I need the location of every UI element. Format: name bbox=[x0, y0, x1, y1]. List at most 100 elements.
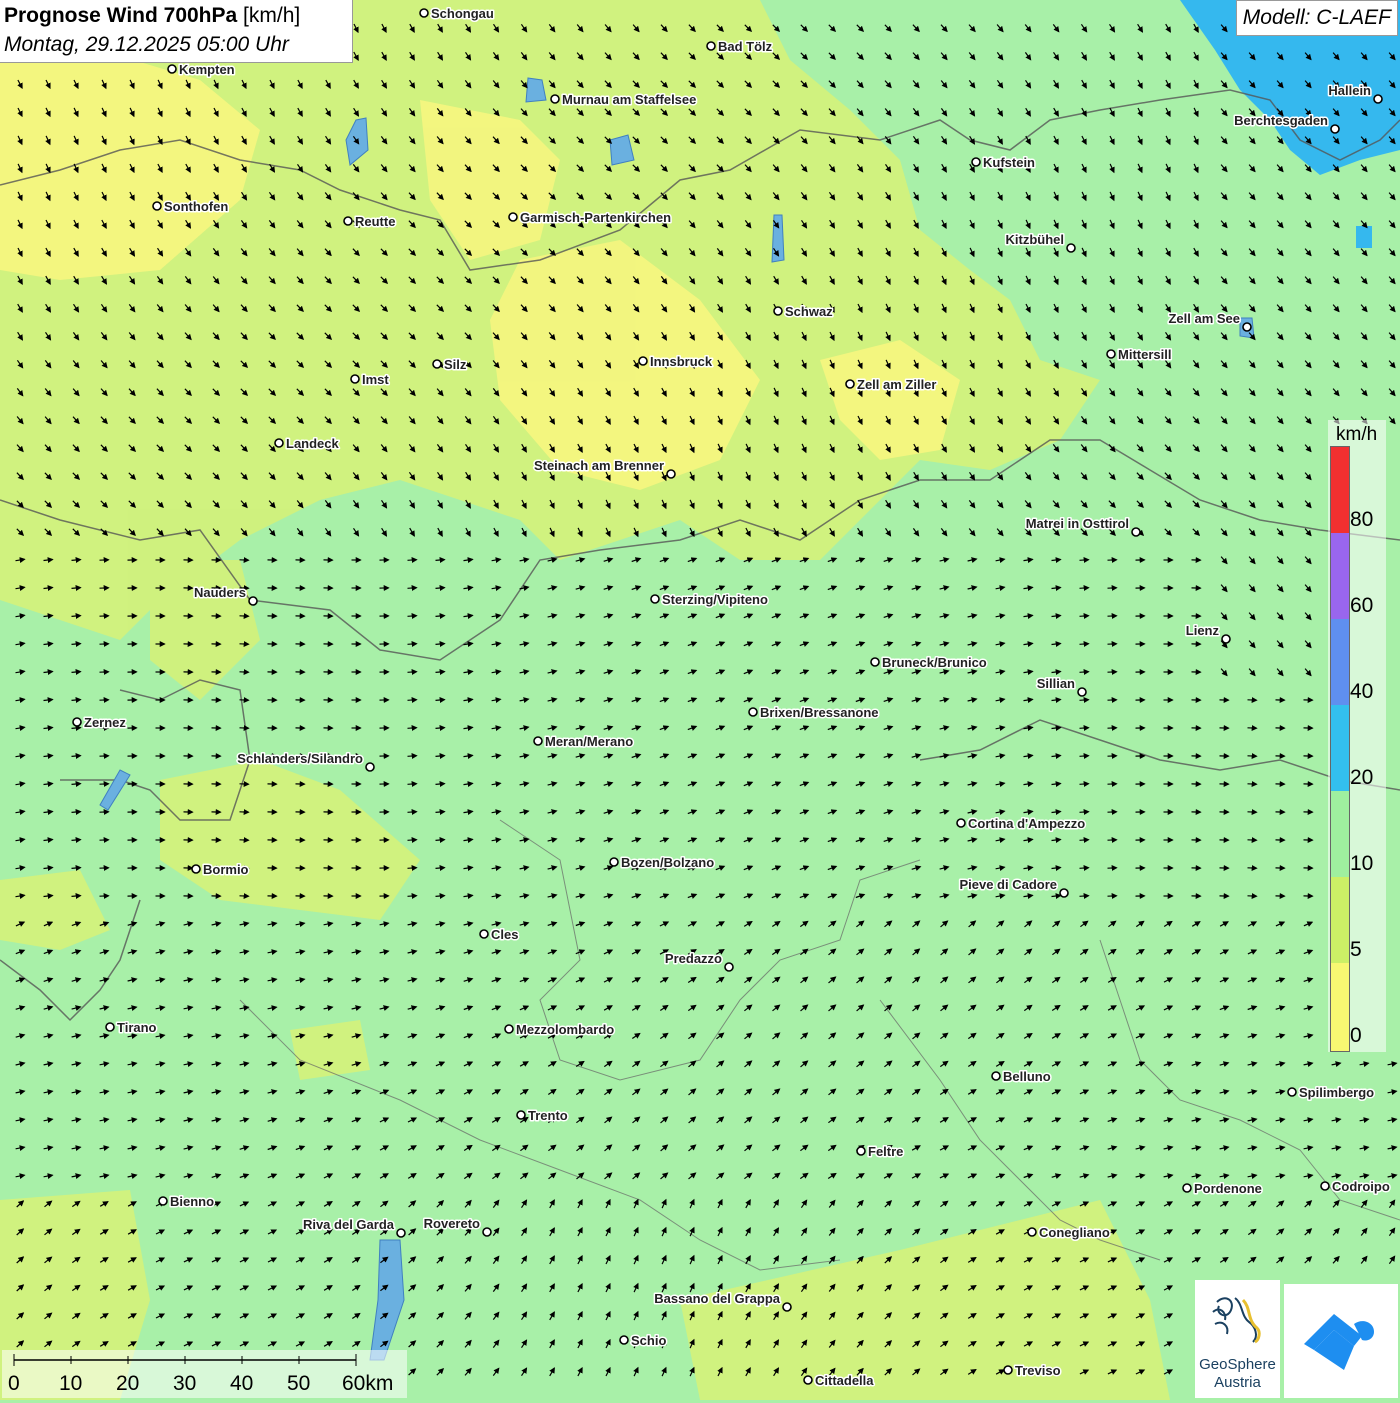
city-label: Steinach am Brenner bbox=[534, 458, 664, 473]
city-label: Zell am See bbox=[1168, 311, 1240, 326]
city-spilimbergo[interactable]: Spilimbergo bbox=[1288, 1085, 1374, 1100]
city-marker-icon bbox=[804, 1376, 812, 1384]
city-zell-am-ziller[interactable]: Zell am Ziller bbox=[846, 377, 936, 392]
city-marker-icon bbox=[344, 217, 352, 225]
wind-arrow bbox=[436, 644, 445, 645]
city-label: Pordenone bbox=[1194, 1181, 1262, 1196]
city-marker-icon bbox=[620, 1336, 628, 1344]
wind-arrow bbox=[72, 700, 81, 701]
wind-arrow bbox=[1080, 756, 1089, 757]
app-logo[interactable] bbox=[1284, 1284, 1398, 1398]
city-label: Lienz bbox=[1186, 623, 1220, 638]
wind-arrow bbox=[72, 840, 81, 841]
city-label: Bassano del Grappa bbox=[654, 1291, 780, 1306]
city-marker-icon bbox=[846, 380, 854, 388]
city-label: Bormio bbox=[203, 862, 249, 877]
city-innsbruck[interactable]: Innsbruck bbox=[639, 354, 713, 369]
city-label: Bad Tölz bbox=[718, 39, 773, 54]
legend-swatch-0 bbox=[1331, 963, 1349, 1051]
city-pordenone[interactable]: Pordenone bbox=[1183, 1181, 1262, 1196]
wind-arrow bbox=[436, 812, 445, 813]
geosphere-mark-icon bbox=[1195, 1280, 1280, 1356]
legend-label-10: 10 bbox=[1350, 852, 1373, 876]
city-marker-icon bbox=[1288, 1088, 1296, 1096]
city-marker-icon bbox=[366, 763, 374, 771]
city-bruneck-brunico[interactable]: Bruneck/Brunico bbox=[871, 655, 987, 670]
wind-arrow bbox=[436, 588, 445, 589]
city-murnau-am-staffelsee[interactable]: Murnau am Staffelsee bbox=[551, 92, 696, 107]
scale-label-20: 20 bbox=[116, 1372, 139, 1396]
wind-arrow bbox=[436, 896, 445, 897]
wind-arrow bbox=[408, 896, 417, 897]
city-label: Matrei in Osttirol bbox=[1026, 516, 1129, 531]
wind-arrow bbox=[1080, 672, 1089, 673]
city-label: Imst bbox=[362, 372, 389, 387]
city-cortina-d-ampezzo[interactable]: Cortina d'Ampezzo bbox=[957, 816, 1085, 831]
city-label: Kufstein bbox=[983, 155, 1035, 170]
city-marker-icon bbox=[707, 42, 715, 50]
city-mezzolombardo[interactable]: Mezzolombardo bbox=[505, 1022, 614, 1037]
city-marker-icon bbox=[1374, 95, 1382, 103]
legend-swatch-20 bbox=[1331, 705, 1349, 791]
city-label: Sillian bbox=[1037, 676, 1075, 691]
wind-arrow bbox=[1080, 896, 1089, 897]
wind-arrow bbox=[436, 672, 445, 673]
city-label: Reutte bbox=[355, 214, 395, 229]
map-title-unit: [km/h] bbox=[243, 4, 300, 27]
wind-arrow bbox=[72, 812, 81, 813]
wind-arrow bbox=[72, 896, 81, 897]
scale-label-30: 30 bbox=[173, 1372, 196, 1396]
city-label: Rovereto bbox=[424, 1216, 480, 1231]
wind-arrow bbox=[436, 756, 445, 757]
geosphere-logo[interactable]: GeoSphere Austria bbox=[1195, 1280, 1280, 1398]
color-legend: km/h 80 60 40 20 10 5 0 bbox=[1328, 420, 1386, 1052]
city-marker-icon bbox=[1331, 125, 1339, 133]
city-garmisch-partenkirchen[interactable]: Garmisch-Partenkirchen bbox=[509, 210, 671, 225]
legend-label-20: 20 bbox=[1350, 766, 1373, 790]
wind-map[interactable]: SchongauBad TölzKemptenMurnau am Staffel… bbox=[0, 0, 1400, 1400]
city-marker-icon bbox=[1078, 688, 1086, 696]
city-label: Hallein bbox=[1328, 83, 1371, 98]
wind-arrow bbox=[72, 644, 81, 645]
city-conegliano[interactable]: Conegliano bbox=[1028, 1225, 1110, 1240]
scale-label-0: 0 bbox=[8, 1372, 20, 1396]
city-marker-icon bbox=[192, 865, 200, 873]
wind-arrow bbox=[436, 616, 445, 617]
legend-label-0: 0 bbox=[1350, 1024, 1362, 1048]
city-label: Riva del Garda bbox=[303, 1217, 395, 1232]
scale-bar: 0 10 20 30 40 50 60km bbox=[2, 1350, 407, 1398]
city-marker-icon bbox=[249, 597, 257, 605]
city-meran-merano[interactable]: Meran/Merano bbox=[534, 734, 633, 749]
city-schongau[interactable]: Schongau bbox=[420, 6, 494, 21]
city-marker-icon bbox=[517, 1111, 525, 1119]
city-cittadella[interactable]: Cittadella bbox=[804, 1373, 874, 1388]
wind-arrow bbox=[1080, 560, 1089, 561]
city-marker-icon bbox=[534, 737, 542, 745]
scale-bar-line bbox=[2, 1350, 407, 1370]
city-label: Mezzolombardo bbox=[516, 1022, 614, 1037]
wind-arrow bbox=[436, 560, 445, 561]
city-marker-icon bbox=[857, 1147, 865, 1155]
city-label: Sonthofen bbox=[164, 199, 228, 214]
city-marker-icon bbox=[168, 65, 176, 73]
legend-swatch-60 bbox=[1331, 533, 1349, 619]
city-bozen-bolzano[interactable]: Bozen/Bolzano bbox=[610, 855, 714, 870]
city-brixen-bressanone[interactable]: Brixen/Bressanone bbox=[749, 705, 879, 720]
city-marker-icon bbox=[509, 213, 517, 221]
wind-arrow bbox=[408, 784, 417, 785]
legend-label-40: 40 bbox=[1350, 680, 1373, 704]
city-sterzing-vipiteno[interactable]: Sterzing/Vipiteno bbox=[651, 592, 768, 607]
city-sonthofen[interactable]: Sonthofen bbox=[153, 199, 228, 214]
scale-label-40: 40 bbox=[230, 1372, 253, 1396]
city-marker-icon bbox=[1132, 528, 1140, 536]
city-codroipo[interactable]: Codroipo bbox=[1321, 1179, 1390, 1194]
wind-arrow bbox=[436, 700, 445, 701]
wind-arrow bbox=[1080, 868, 1089, 869]
wind-arrow bbox=[408, 840, 417, 841]
geosphere-country: Austria bbox=[1195, 1374, 1280, 1391]
city-marker-icon bbox=[774, 307, 782, 315]
city-marker-icon bbox=[871, 658, 879, 666]
city-label: Trento bbox=[528, 1108, 568, 1123]
city-label: Bozen/Bolzano bbox=[621, 855, 714, 870]
city-marker-icon bbox=[957, 819, 965, 827]
